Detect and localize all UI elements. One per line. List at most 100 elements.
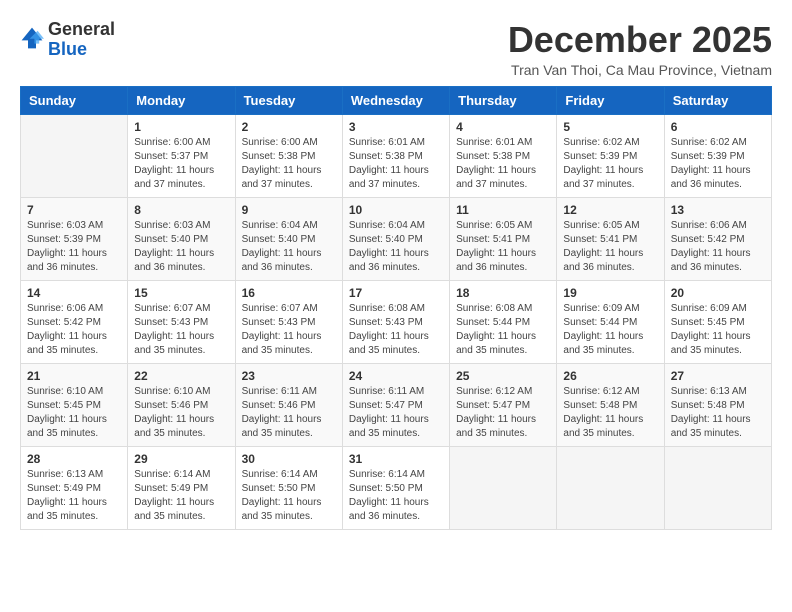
day-info: Sunrise: 6:05 AMSunset: 5:41 PMDaylight:… (456, 219, 550, 275)
day-number: 2 (242, 120, 336, 134)
calendar-day-cell: 20 Sunrise: 6:09 AMSunset: 5:45 PMDayligh… (664, 280, 771, 363)
calendar-week-3: 14 Sunrise: 6:06 AMSunset: 5:42 PMDayligh… (21, 280, 772, 363)
weekday-header-friday: Friday (557, 86, 664, 114)
calendar-day-cell: 21Sunrise: 6:10 AMSunset: 5:45 PMDayligh… (21, 363, 128, 446)
day-number: 20 (671, 286, 765, 300)
day-info: Sunrise: 6:14 AMSunset: 5:49 PMDaylight:… (134, 468, 228, 524)
calendar-day-cell: 16Sunrise: 6:07 AMSunset: 5:43 PMDayligh… (235, 280, 342, 363)
calendar-day-cell: 22 Sunrise: 6:10 AMSunset: 5:46 PMDayligh… (128, 363, 235, 446)
calendar-day-cell: 27 Sunrise: 6:13 AMSunset: 5:48 PMDayligh… (664, 363, 771, 446)
weekday-header-monday: Monday (128, 86, 235, 114)
day-info: Sunrise: 6:11 AMSunset: 5:46 PMDaylight:… (242, 385, 336, 441)
month-title: December 2025 (508, 20, 772, 60)
day-number: 19 (563, 286, 657, 300)
day-number: 1 (134, 120, 228, 134)
day-info: Sunrise: 6:03 AMSunset: 5:40 PMDaylight:… (134, 219, 228, 275)
calendar-day-cell (21, 114, 128, 197)
weekday-header-tuesday: Tuesday (235, 86, 342, 114)
day-info: Sunrise: 6:09 AMSunset: 5:45 PMDaylight:… (671, 302, 765, 358)
calendar-day-cell: 19Sunrise: 6:09 AMSunset: 5:44 PMDayligh… (557, 280, 664, 363)
day-info: Sunrise: 6:04 AMSunset: 5:40 PMDaylight:… (242, 219, 336, 275)
day-number: 16 (242, 286, 336, 300)
calendar-day-cell: 2 Sunrise: 6:00 AMSunset: 5:38 PMDaylight… (235, 114, 342, 197)
calendar-day-cell: 18Sunrise: 6:08 AMSunset: 5:44 PMDayligh… (450, 280, 557, 363)
calendar-day-cell: 31 Sunrise: 6:14 AMSunset: 5:50 PMDayligh… (342, 446, 449, 529)
day-info: Sunrise: 6:14 AMSunset: 5:50 PMDaylight:… (349, 468, 443, 524)
calendar-day-cell: 9 Sunrise: 6:04 AMSunset: 5:40 PMDaylight… (235, 197, 342, 280)
day-info: Sunrise: 6:13 AMSunset: 5:48 PMDaylight:… (671, 385, 765, 441)
page-header: General Blue December 2025 Tran Van Thoi… (20, 20, 772, 78)
calendar-day-cell: 30 Sunrise: 6:14 AMSunset: 5:50 PMDayligh… (235, 446, 342, 529)
day-number: 8 (134, 203, 228, 217)
day-info: Sunrise: 6:01 AMSunset: 5:38 PMDaylight:… (456, 136, 550, 192)
calendar-day-cell: 12Sunrise: 6:05 AMSunset: 5:41 PMDayligh… (557, 197, 664, 280)
day-number: 24 (349, 369, 443, 383)
calendar-day-cell: 4Sunrise: 6:01 AMSunset: 5:38 PMDaylight… (450, 114, 557, 197)
weekday-header-wednesday: Wednesday (342, 86, 449, 114)
day-number: 25 (456, 369, 550, 383)
day-info: Sunrise: 6:12 AMSunset: 5:47 PMDaylight:… (456, 385, 550, 441)
day-number: 6 (671, 120, 765, 134)
day-info: Sunrise: 6:00 AMSunset: 5:37 PMDaylight:… (134, 136, 228, 192)
day-info: Sunrise: 6:05 AMSunset: 5:41 PMDaylight:… (563, 219, 657, 275)
calendar-day-cell: 13 Sunrise: 6:06 AMSunset: 5:42 PMDayligh… (664, 197, 771, 280)
day-number: 30 (242, 452, 336, 466)
day-number: 26 (563, 369, 657, 383)
day-number: 17 (349, 286, 443, 300)
calendar-day-cell: 7Sunrise: 6:03 AMSunset: 5:39 PMDaylight… (21, 197, 128, 280)
day-info: Sunrise: 6:07 AMSunset: 5:43 PMDaylight:… (134, 302, 228, 358)
day-info: Sunrise: 6:13 AMSunset: 5:49 PMDaylight:… (27, 468, 121, 524)
calendar-day-cell: 23Sunrise: 6:11 AMSunset: 5:46 PMDayligh… (235, 363, 342, 446)
calendar-day-cell: 11 Sunrise: 6:05 AMSunset: 5:41 PMDayligh… (450, 197, 557, 280)
calendar-day-cell: 5Sunrise: 6:02 AMSunset: 5:39 PMDaylight… (557, 114, 664, 197)
calendar-day-cell: 28 Sunrise: 6:13 AMSunset: 5:49 PMDayligh… (21, 446, 128, 529)
calendar-day-cell (557, 446, 664, 529)
calendar-day-cell: 24 Sunrise: 6:11 AMSunset: 5:47 PMDayligh… (342, 363, 449, 446)
calendar-week-1: 1 Sunrise: 6:00 AMSunset: 5:37 PMDaylight… (21, 114, 772, 197)
day-info: Sunrise: 6:08 AMSunset: 5:44 PMDaylight:… (456, 302, 550, 358)
day-number: 9 (242, 203, 336, 217)
day-info: Sunrise: 6:11 AMSunset: 5:47 PMDaylight:… (349, 385, 443, 441)
day-number: 28 (27, 452, 121, 466)
day-number: 15 (134, 286, 228, 300)
day-info: Sunrise: 6:00 AMSunset: 5:38 PMDaylight:… (242, 136, 336, 192)
calendar-week-2: 7Sunrise: 6:03 AMSunset: 5:39 PMDaylight… (21, 197, 772, 280)
day-number: 5 (563, 120, 657, 134)
calendar-day-cell: 15 Sunrise: 6:07 AMSunset: 5:43 PMDayligh… (128, 280, 235, 363)
day-info: Sunrise: 6:04 AMSunset: 5:40 PMDaylight:… (349, 219, 443, 275)
calendar-day-cell: 29 Sunrise: 6:14 AMSunset: 5:49 PMDayligh… (128, 446, 235, 529)
day-info: Sunrise: 6:06 AMSunset: 5:42 PMDaylight:… (671, 219, 765, 275)
day-info: Sunrise: 6:06 AMSunset: 5:42 PMDaylight:… (27, 302, 121, 358)
calendar-week-4: 21Sunrise: 6:10 AMSunset: 5:45 PMDayligh… (21, 363, 772, 446)
day-number: 11 (456, 203, 550, 217)
calendar-day-cell: 1 Sunrise: 6:00 AMSunset: 5:37 PMDaylight… (128, 114, 235, 197)
day-number: 3 (349, 120, 443, 134)
logo-icon (20, 26, 44, 50)
day-number: 13 (671, 203, 765, 217)
day-info: Sunrise: 6:01 AMSunset: 5:38 PMDaylight:… (349, 136, 443, 192)
calendar-day-cell: 14 Sunrise: 6:06 AMSunset: 5:42 PMDayligh… (21, 280, 128, 363)
day-number: 10 (349, 203, 443, 217)
day-number: 29 (134, 452, 228, 466)
location-subtitle: Tran Van Thoi, Ca Mau Province, Vietnam (508, 62, 772, 78)
day-number: 21 (27, 369, 121, 383)
calendar-day-cell: 8 Sunrise: 6:03 AMSunset: 5:40 PMDaylight… (128, 197, 235, 280)
title-area: December 2025 Tran Van Thoi, Ca Mau Prov… (508, 20, 772, 78)
day-info: Sunrise: 6:02 AMSunset: 5:39 PMDaylight:… (671, 136, 765, 192)
calendar-day-cell (450, 446, 557, 529)
calendar-day-cell (664, 446, 771, 529)
day-number: 27 (671, 369, 765, 383)
day-number: 31 (349, 452, 443, 466)
day-info: Sunrise: 6:10 AMSunset: 5:46 PMDaylight:… (134, 385, 228, 441)
day-number: 7 (27, 203, 121, 217)
calendar-header-row: SundayMondayTuesdayWednesdayThursdayFrid… (21, 86, 772, 114)
day-number: 22 (134, 369, 228, 383)
day-info: Sunrise: 6:12 AMSunset: 5:48 PMDaylight:… (563, 385, 657, 441)
calendar-table: SundayMondayTuesdayWednesdayThursdayFrid… (20, 86, 772, 530)
day-info: Sunrise: 6:08 AMSunset: 5:43 PMDaylight:… (349, 302, 443, 358)
calendar-day-cell: 3 Sunrise: 6:01 AMSunset: 5:38 PMDaylight… (342, 114, 449, 197)
day-number: 14 (27, 286, 121, 300)
day-info: Sunrise: 6:14 AMSunset: 5:50 PMDaylight:… (242, 468, 336, 524)
calendar-day-cell: 25 Sunrise: 6:12 AMSunset: 5:47 PMDayligh… (450, 363, 557, 446)
calendar-day-cell: 10 Sunrise: 6:04 AMSunset: 5:40 PMDayligh… (342, 197, 449, 280)
